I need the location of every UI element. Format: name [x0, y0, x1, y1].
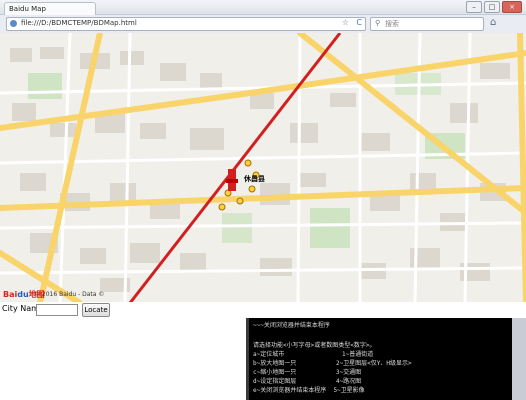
console-line: c~缩小地图一只 3~交通图 [253, 369, 362, 376]
city-name-input[interactable] [36, 304, 78, 316]
locate-form: City Name: Locate [0, 302, 526, 318]
park-area [28, 73, 62, 99]
reload-icon[interactable]: C [356, 18, 362, 27]
url-text: file:///D:/BDMCTEMP/BDMap.html [21, 19, 137, 27]
console-line: a~定位城市 1~普通街道 [253, 351, 374, 358]
map-copyright: © 2016 Baidu - Data © [34, 291, 105, 298]
tab-title: Baidu Map [9, 5, 46, 13]
park-area [310, 208, 350, 248]
title-bar: Baidu Map – □ × [0, 0, 526, 15]
close-button[interactable]: × [502, 1, 522, 13]
search-input[interactable]: ⚲ 搜索 [370, 17, 484, 31]
station-markers [218, 159, 260, 211]
baidu-map-canvas[interactable]: 休昌县 [0, 33, 526, 303]
park-area [222, 213, 252, 243]
logo-text-du: du [17, 290, 29, 299]
browser-window: Baidu Map – □ × file:///D:/BDMCTEMP/BDMa… [0, 0, 526, 318]
tab-baidu-map[interactable]: Baidu Map [4, 2, 96, 15]
console-line: ~~~关闭浏览器并结束本程序 [253, 322, 330, 329]
minimize-button[interactable]: – [466, 1, 482, 13]
console-line: e~关闭浏览器并结束本程序 5~卫星影像 [253, 387, 365, 394]
nav-bar: file:///D:/BDMCTEMP/BDMap.html ☆ C ⚲ 搜索 … [0, 15, 526, 34]
search-icon: ⚲ [375, 19, 381, 27]
window-controls: – □ × [464, 1, 522, 13]
site-identity-icon[interactable] [10, 20, 17, 27]
console-line: 请选择功能<小写字母>或者数图类型<数字>。 [253, 342, 376, 349]
bookmark-star-icon[interactable]: ☆ [342, 18, 349, 27]
map-tiles [0, 33, 526, 303]
logo-text-bai: Bai [3, 290, 18, 299]
console-line: d~设定指定图层 4~路况图 [253, 378, 362, 385]
locate-button[interactable]: Locate [82, 303, 110, 317]
address-bar[interactable]: file:///D:/BDMCTEMP/BDMap.html ☆ C [6, 17, 366, 31]
marker-label: 休昌县 [244, 175, 265, 183]
location-marker-bar [226, 179, 238, 183]
search-placeholder: 搜索 [385, 20, 399, 28]
console-window[interactable]: ~~~关闭浏览器并结束本程序 请选择功能<小写字母>或者数图类型<数字>。 a~… [246, 318, 515, 400]
desktop-edge [512, 318, 526, 400]
maximize-button[interactable]: □ [484, 1, 500, 13]
home-icon[interactable]: ⌂ [490, 17, 496, 28]
console-line: b~放大地图一只 2~卫星图层<仅Y、H级显示> [253, 360, 412, 367]
